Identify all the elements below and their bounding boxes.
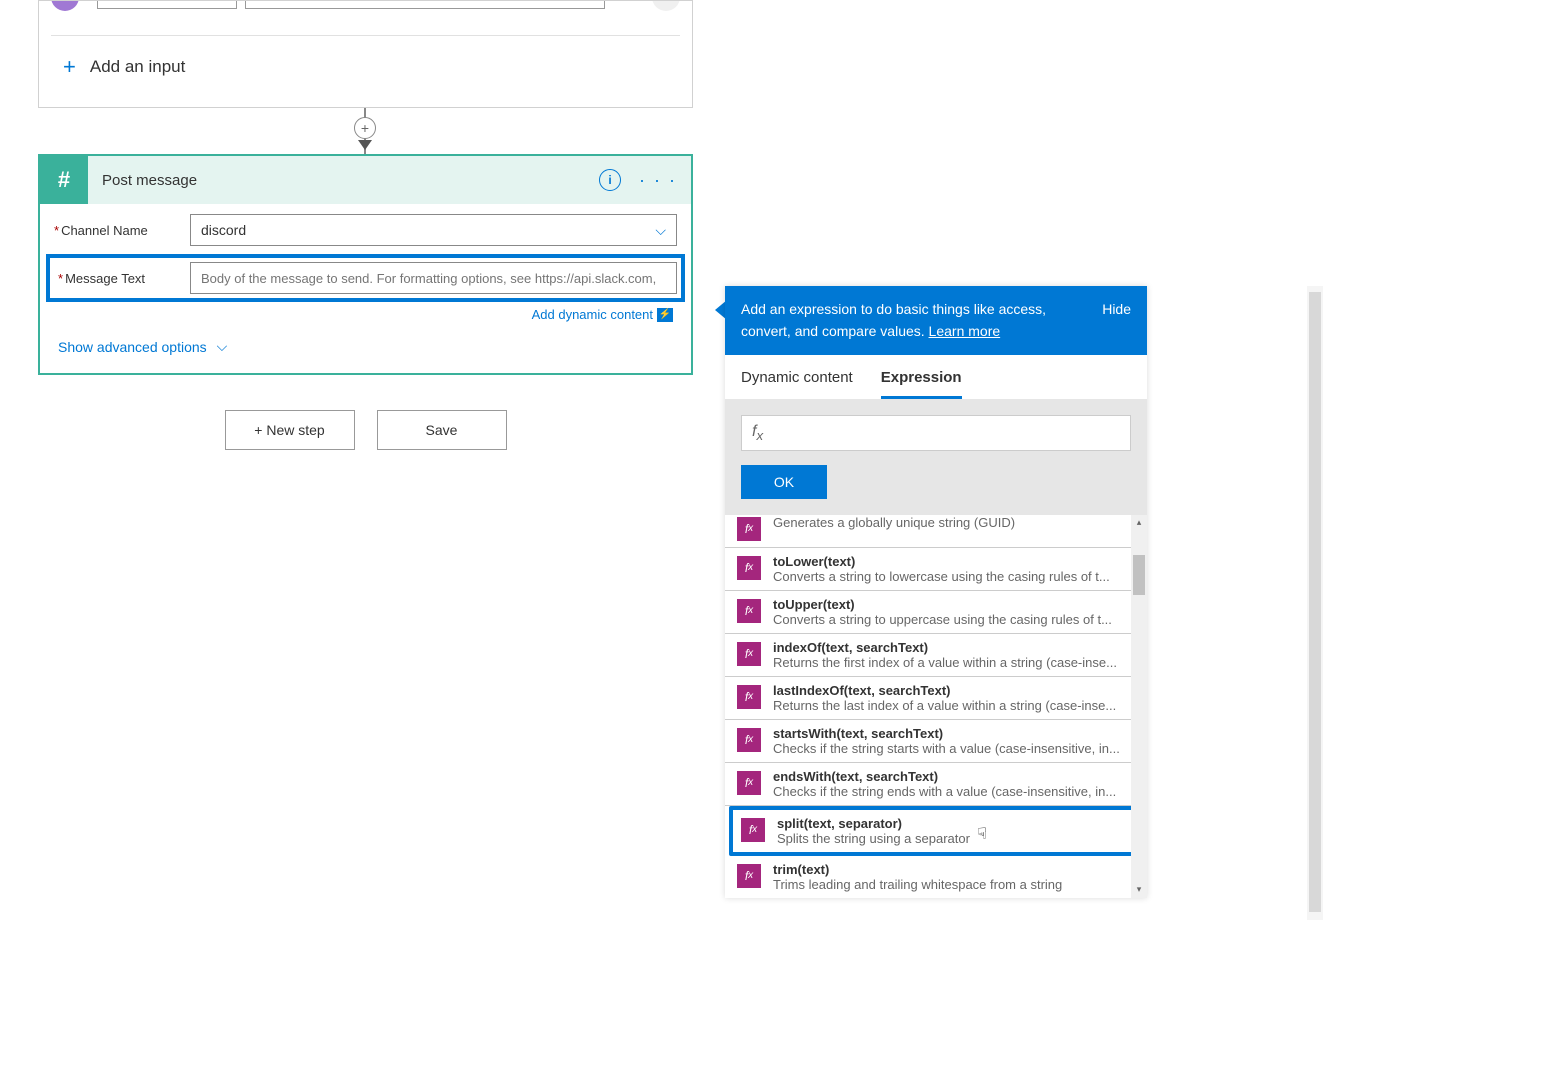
channel-name-select[interactable]: discord ⌵	[190, 214, 677, 246]
function-item-toupper[interactable]: fx toUpper(text) Converts a string to up…	[725, 591, 1147, 634]
trigger-input-2[interactable]	[245, 1, 605, 9]
channel-name-label: *Channel Name	[54, 223, 190, 238]
function-list: fx Generates a globally unique string (G…	[725, 515, 1147, 898]
function-desc: Returns the first index of a value withi…	[773, 655, 1135, 670]
expression-help-text: Add an expression to do basic things lik…	[741, 301, 1046, 339]
fx-icon: fx	[737, 771, 761, 795]
function-item-split[interactable]: fx split(text, separator) Splits the str…	[729, 806, 1143, 856]
arrow-down-icon	[358, 140, 372, 150]
page-scroll-thumb[interactable]	[1309, 292, 1321, 912]
fx-icon: fx	[737, 864, 761, 888]
ok-button[interactable]: OK	[741, 465, 827, 499]
add-input-label: Add an input	[90, 57, 185, 77]
add-input-button[interactable]: + Add an input	[39, 36, 692, 98]
fx-icon: fx	[737, 556, 761, 580]
scroll-up-arrow-icon[interactable]: ▴	[1131, 515, 1147, 531]
fx-icon: fx	[737, 642, 761, 666]
fx-icon: fx	[737, 685, 761, 709]
save-button[interactable]: Save	[377, 410, 507, 450]
function-desc: Converts a string to uppercase using the…	[773, 612, 1135, 627]
function-name: trim(text)	[773, 862, 1135, 877]
function-desc: Splits the string using a separator	[777, 831, 1131, 846]
function-item-lastindexof[interactable]: fx lastIndexOf(text, searchText) Returns…	[725, 677, 1147, 720]
function-name: indexOf(text, searchText)	[773, 640, 1135, 655]
channel-name-row: *Channel Name discord ⌵	[54, 214, 677, 246]
function-desc: Returns the last index of a value within…	[773, 698, 1135, 713]
insert-step-button[interactable]: +	[354, 117, 376, 139]
post-message-header[interactable]: # Post message i · · ·	[40, 156, 691, 204]
function-name: toUpper(text)	[773, 597, 1135, 612]
buttons-row: + New step Save	[38, 410, 693, 450]
fx-icon: fx	[737, 728, 761, 752]
page-scrollbar[interactable]	[1307, 286, 1323, 920]
message-text-label: *Message Text	[54, 271, 190, 286]
learn-more-link[interactable]: Learn more	[929, 323, 1001, 339]
expression-input-area: fx OK	[725, 399, 1147, 515]
function-list-scrollbar[interactable]: ▴ ▾	[1131, 515, 1147, 898]
function-item-endswith[interactable]: fx endsWith(text, searchText) Checks if …	[725, 763, 1147, 806]
function-name: endsWith(text, searchText)	[773, 769, 1135, 784]
chevron-down-icon: ⌵	[217, 338, 228, 355]
chevron-down-icon: ⌵	[655, 222, 666, 239]
function-desc: Checks if the string ends with a value (…	[773, 784, 1135, 799]
function-item-guid[interactable]: fx Generates a globally unique string (G…	[725, 515, 1147, 548]
tab-dynamic-content[interactable]: Dynamic content	[741, 369, 853, 399]
trigger-input-1[interactable]	[97, 1, 237, 9]
hide-panel-button[interactable]: Hide	[1102, 298, 1131, 343]
function-name: toLower(text)	[773, 554, 1135, 569]
tab-expression[interactable]: Expression	[881, 369, 962, 399]
scroll-down-arrow-icon[interactable]: ▾	[1131, 882, 1147, 898]
action-title: Post message	[102, 172, 197, 189]
trigger-card: + Add an input	[38, 0, 693, 108]
message-text-input[interactable]	[190, 262, 677, 294]
scroll-thumb[interactable]	[1133, 555, 1145, 595]
slack-icon: #	[40, 156, 88, 204]
function-item-tolower[interactable]: fx toLower(text) Converts a string to lo…	[725, 548, 1147, 591]
post-message-card: # Post message i · · · *Channel Name dis…	[38, 154, 693, 375]
add-dynamic-content-link[interactable]: Add dynamic content	[532, 307, 653, 322]
fx-icon: fx	[737, 517, 761, 541]
message-text-highlight: *Message Text	[46, 254, 685, 302]
function-desc: Converts a string to lowercase using the…	[773, 569, 1135, 584]
fx-icon: fx	[741, 818, 765, 842]
expression-input[interactable]: fx	[741, 415, 1131, 451]
function-name: split(text, separator)	[777, 816, 1131, 831]
show-advanced-options[interactable]: Show advanced options ⌵	[54, 324, 677, 373]
function-name: startsWith(text, searchText)	[773, 726, 1135, 741]
function-desc: Generates a globally unique string (GUID…	[773, 515, 1135, 530]
more-menu-icon[interactable]: · · ·	[639, 170, 677, 191]
function-desc: Trims leading and trailing whitespace fr…	[773, 877, 1135, 892]
expression-panel-header: Add an expression to do basic things lik…	[725, 286, 1147, 355]
panel-tabs: Dynamic content Expression	[725, 355, 1147, 399]
function-item-trim[interactable]: fx trim(text) Trims leading and trailing…	[725, 856, 1147, 898]
fx-symbol-icon: fx	[752, 423, 763, 443]
plus-icon: +	[63, 54, 76, 80]
function-item-startswith[interactable]: fx startsWith(text, searchText) Checks i…	[725, 720, 1147, 763]
function-item-indexof[interactable]: fx indexOf(text, searchText) Returns the…	[725, 634, 1147, 677]
fx-icon: fx	[737, 599, 761, 623]
function-name: lastIndexOf(text, searchText)	[773, 683, 1135, 698]
dynamic-badge-icon: ⚡	[657, 308, 673, 322]
new-step-button[interactable]: + New step	[225, 410, 355, 450]
trigger-connector-icon	[51, 1, 79, 11]
trigger-delete-icon[interactable]	[652, 1, 680, 11]
cursor-icon: ☟	[977, 824, 987, 844]
function-desc: Checks if the string starts with a value…	[773, 741, 1135, 756]
info-icon[interactable]: i	[599, 169, 621, 191]
expression-panel: Add an expression to do basic things lik…	[725, 286, 1147, 898]
channel-name-value: discord	[201, 222, 246, 238]
